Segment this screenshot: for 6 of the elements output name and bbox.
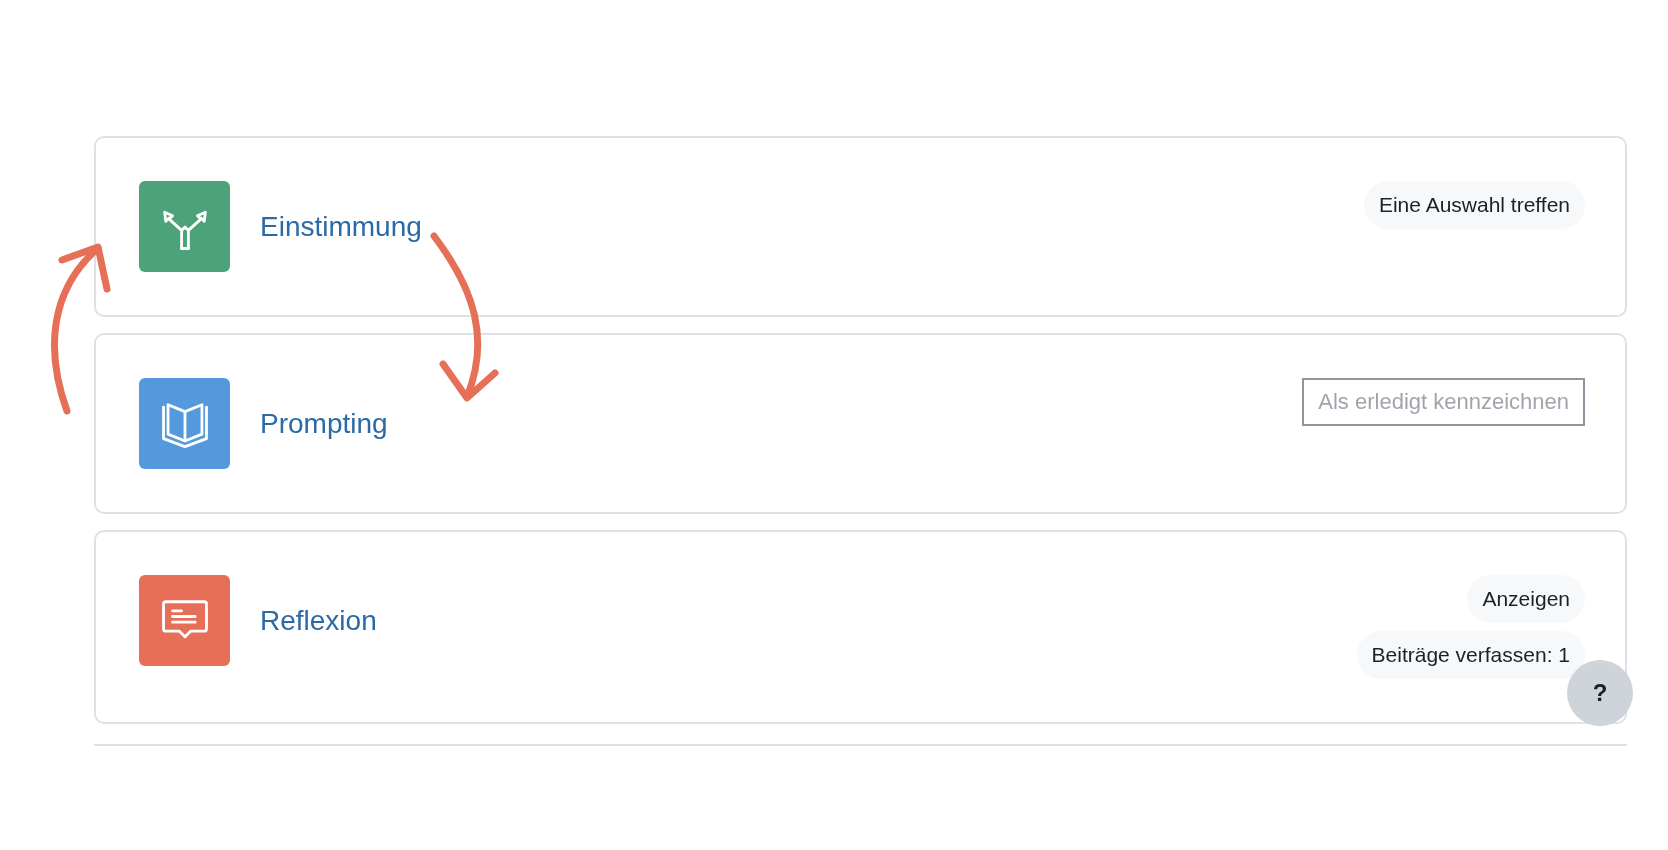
activity-link[interactable]: Reflexion [260,599,377,642]
activity-link[interactable]: Einstimmung [260,205,422,248]
completion-badge: Anzeigen [1467,575,1585,623]
activity-link[interactable]: Prompting [260,402,388,445]
completion-badge: Eine Auswahl treffen [1363,181,1585,229]
completion-badge: Beiträge verfassen: 1 [1356,631,1585,679]
